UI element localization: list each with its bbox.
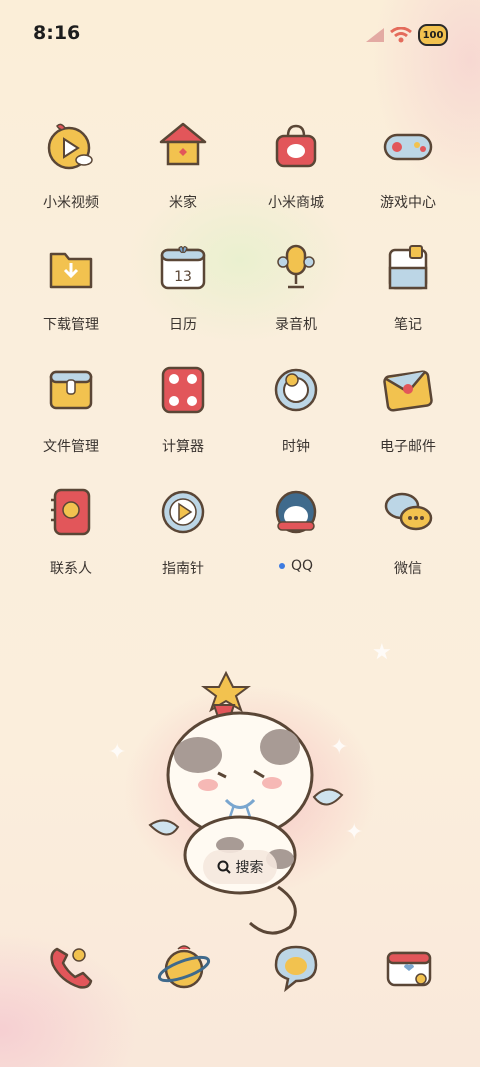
status-icons: 100 bbox=[366, 24, 448, 46]
app-file-manager[interactable]: 文件管理 bbox=[15, 362, 127, 456]
app-compass[interactable]: 指南针 bbox=[127, 484, 239, 578]
search-button[interactable]: 搜索 bbox=[203, 850, 277, 884]
search-label: 搜索 bbox=[235, 860, 264, 876]
house-icon bbox=[159, 122, 207, 166]
chat-bubbles-icon bbox=[384, 492, 433, 531]
dock bbox=[0, 935, 480, 995]
app-label: 计算器 bbox=[162, 439, 204, 455]
messages-bubble-icon[interactable] bbox=[268, 939, 324, 995]
app-label: 笔记 bbox=[394, 317, 422, 333]
status-time: 8:16 bbox=[33, 22, 81, 44]
app-label: 微信 bbox=[394, 561, 422, 577]
video-play-icon bbox=[47, 123, 93, 170]
app-label: 指南针 bbox=[162, 561, 204, 577]
app-clock[interactable]: 时钟 bbox=[240, 362, 352, 456]
app-label-text: QQ bbox=[290, 558, 314, 574]
app-label: 电子邮件 bbox=[380, 439, 436, 455]
phone-icon[interactable] bbox=[43, 939, 99, 995]
envelope-icon bbox=[383, 370, 433, 412]
wifi-icon bbox=[390, 27, 412, 43]
search-icon bbox=[217, 860, 231, 874]
app-wechat[interactable]: 微信 bbox=[352, 484, 464, 578]
app-mi-video[interactable]: 小米视频 bbox=[15, 118, 127, 212]
app-label: 录音机 bbox=[275, 317, 317, 333]
camera-icon[interactable] bbox=[381, 939, 437, 995]
shopping-bag-icon bbox=[275, 124, 317, 168]
sparkle-icon: ★ bbox=[372, 640, 392, 665]
app-email[interactable]: 电子邮件 bbox=[352, 362, 464, 456]
calendar-date: 13 bbox=[174, 269, 192, 285]
compass-icon bbox=[161, 490, 205, 534]
browser-globe-icon[interactable] bbox=[156, 939, 212, 995]
app-label: 联系人 bbox=[50, 561, 92, 577]
app-game-center[interactable]: 游戏中心 bbox=[352, 118, 464, 212]
app-label: 日历 bbox=[169, 317, 197, 333]
app-calendar[interactable]: 13 日历 bbox=[127, 240, 239, 334]
app-mi-store[interactable]: 小米商城 bbox=[240, 118, 352, 212]
app-label: 下载管理 bbox=[43, 317, 99, 333]
calculator-icon bbox=[161, 366, 205, 414]
download-folder-icon bbox=[49, 252, 93, 289]
app-label: 米家 bbox=[169, 195, 197, 211]
app-recorder[interactable]: 录音机 bbox=[240, 240, 352, 334]
notebook-icon bbox=[388, 245, 428, 290]
app-label: 小米商城 bbox=[268, 195, 324, 211]
calendar-icon: 13 bbox=[160, 246, 206, 290]
app-label: 小米视频 bbox=[43, 195, 99, 211]
app-contacts[interactable]: 联系人 bbox=[15, 484, 127, 578]
clock-icon bbox=[274, 368, 318, 412]
app-label: 游戏中心 bbox=[380, 195, 436, 211]
penguin-icon bbox=[275, 490, 317, 534]
app-label: 时钟 bbox=[282, 439, 310, 455]
status-bar: 8:16 100 bbox=[0, 0, 480, 66]
app-label: 文件管理 bbox=[43, 439, 99, 455]
gamepad-icon bbox=[383, 133, 433, 161]
cat-mascot-wallpaper bbox=[148, 670, 344, 935]
notification-dot bbox=[278, 563, 285, 569]
app-calculator[interactable]: 计算器 bbox=[127, 362, 239, 456]
address-book-icon bbox=[51, 488, 91, 536]
file-folder-icon bbox=[49, 370, 93, 410]
microphone-icon bbox=[277, 244, 315, 289]
app-label: QQ bbox=[240, 558, 352, 574]
app-mi-home[interactable]: 米家 bbox=[127, 118, 239, 212]
battery-icon: 100 bbox=[418, 24, 448, 46]
app-notes[interactable]: 笔记 bbox=[352, 240, 464, 334]
app-qq[interactable]: QQ bbox=[240, 484, 352, 574]
sparkle-icon: ✦ bbox=[108, 740, 127, 765]
cellular-signal-icon bbox=[366, 28, 384, 42]
app-downloads[interactable]: 下载管理 bbox=[15, 240, 127, 334]
